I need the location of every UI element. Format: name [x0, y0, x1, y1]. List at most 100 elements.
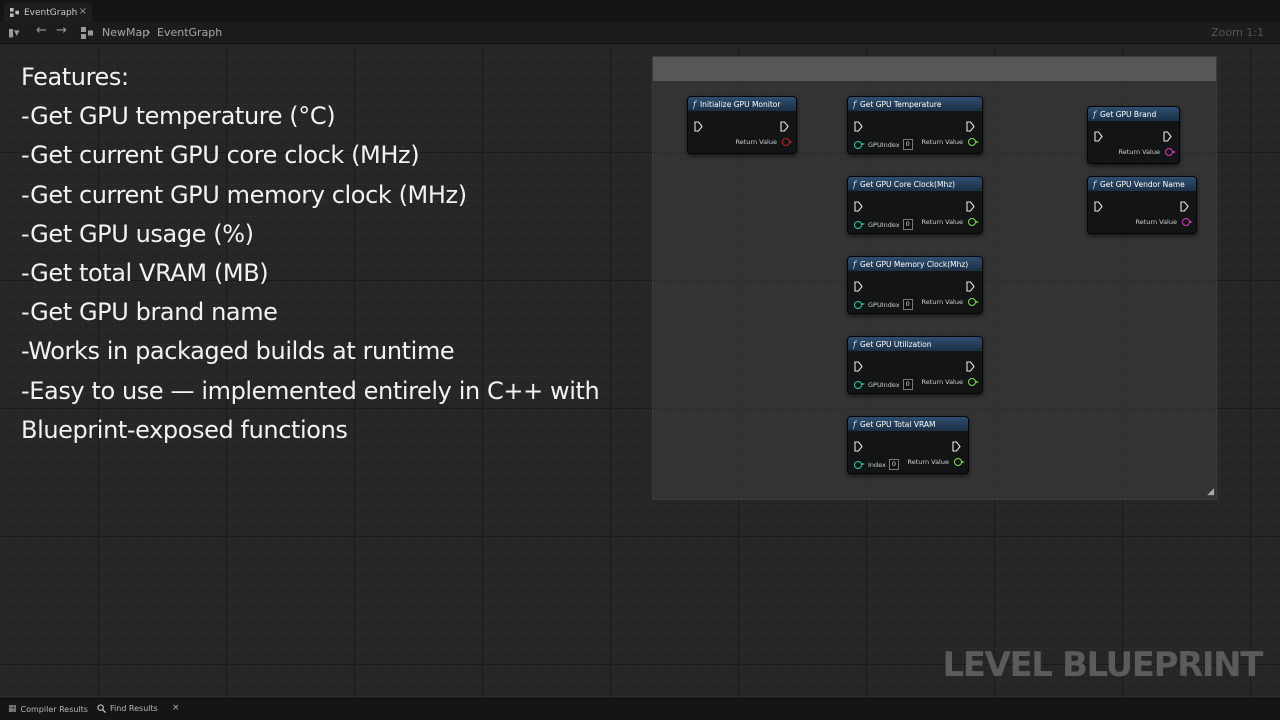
breadcrumb-map[interactable]: NewMap: [102, 26, 149, 39]
node-title: Get GPU Memory Clock(Mhz): [859, 259, 969, 269]
feature-item: -Easy to use — implemented entirely in C…: [21, 376, 600, 405]
exec-output-pin-icon[interactable]: [966, 357, 975, 372]
blueprint-node[interactable]: f Get GPU Core Clock(Mhz) GPUIndex 0 Return …: [847, 176, 983, 234]
tab-label: Find Results: [110, 704, 158, 713]
exec-output-pin-icon[interactable]: [1163, 127, 1172, 142]
input-pin-value[interactable]: 0: [902, 219, 913, 230]
close-icon[interactable]: ×: [79, 6, 87, 18]
feature-item: -Get total VRAM (MB): [21, 259, 269, 288]
input-pin-value[interactable]: 0: [902, 299, 913, 310]
exec-output-pin-icon[interactable]: [1180, 197, 1189, 212]
input-pin[interactable]: Index 0: [854, 459, 900, 470]
node-header[interactable]: f Initialize GPU Monitor: [688, 97, 796, 111]
forward-arrow-icon[interactable]: →: [56, 24, 67, 38]
pin-row: Return Value: [1094, 218, 1193, 230]
input-pin-icon[interactable]: [854, 460, 865, 469]
breadcrumb-eventgraph[interactable]: EventGraph: [157, 26, 222, 39]
output-pin-label: Return Value: [921, 298, 964, 306]
node-header[interactable]: f Get GPU Brand: [1088, 107, 1179, 121]
exec-input-pin-icon[interactable]: [694, 117, 703, 132]
input-pin-label: GPUIndex: [868, 380, 900, 389]
exec-output-pin-icon[interactable]: [952, 437, 961, 452]
output-pin[interactable]: Return Value: [922, 138, 979, 146]
node-header[interactable]: f Get GPU Core Clock(Mhz): [848, 177, 982, 191]
blueprint-node[interactable]: f Get GPU Brand Return Value: [1087, 106, 1180, 164]
output-pin[interactable]: Return Value: [922, 218, 979, 226]
features-list: Features: -Get GPU temperature (°C) -Get…: [21, 58, 641, 450]
output-pin-icon[interactable]: [954, 458, 965, 466]
output-pin[interactable]: Return Value: [907, 458, 965, 466]
input-pin-icon[interactable]: [854, 220, 865, 229]
input-pin[interactable]: GPUIndex 0: [854, 379, 913, 390]
feature-item: -Get GPU brand name: [21, 298, 278, 327]
tab-label: EventGraph: [24, 7, 78, 18]
output-pin[interactable]: Return Value: [1136, 218, 1193, 226]
output-pin-icon[interactable]: [968, 298, 979, 306]
feature-item: -Get GPU usage (%): [21, 219, 254, 248]
output-pin-icon[interactable]: [968, 378, 979, 386]
tab-compiler-results[interactable]: ▦ Compiler Results: [8, 704, 88, 714]
node-header[interactable]: f Get GPU Memory Clock(Mhz): [848, 257, 982, 271]
blueprint-node[interactable]: f Get GPU Temperature GPUIndex 0 Return Valu…: [847, 96, 983, 154]
blueprint-node[interactable]: f Get GPU Total VRAM Index 0 Return Value: [847, 416, 969, 474]
input-pin-value[interactable]: 0: [902, 379, 913, 390]
output-pin-icon[interactable]: [968, 218, 979, 226]
bookmark-icon[interactable]: ▮▾: [8, 26, 20, 40]
input-pin[interactable]: GPUIndex 0: [854, 139, 913, 150]
output-pin-icon[interactable]: [1165, 148, 1176, 156]
resize-handle-icon[interactable]: ◢: [1207, 488, 1214, 497]
tab-label: Compiler Results: [20, 704, 88, 714]
blueprint-node[interactable]: f Get GPU Utilization GPUIndex 0 Return Valu…: [847, 336, 983, 394]
back-arrow-icon[interactable]: ←: [36, 24, 47, 38]
exec-output-pin-icon[interactable]: [780, 117, 789, 132]
tab-find-results[interactable]: Find Results: [97, 704, 158, 713]
exec-input-pin-icon[interactable]: [854, 437, 863, 452]
input-pin[interactable]: GPUIndex 0: [854, 299, 913, 310]
input-pin-icon[interactable]: [854, 380, 865, 389]
output-pin-icon[interactable]: [968, 138, 979, 146]
function-icon: f: [853, 339, 856, 349]
node-title: Initialize GPU Monitor: [699, 99, 781, 109]
output-pin-icon[interactable]: [782, 138, 793, 146]
output-pin-label: Return Value: [907, 458, 950, 466]
tab-eventgraph[interactable]: EventGraph ×: [4, 3, 92, 22]
output-pin[interactable]: Return Value: [735, 138, 793, 146]
exec-input-pin-icon[interactable]: [1094, 127, 1103, 142]
node-header[interactable]: f Get GPU Temperature: [848, 97, 982, 111]
node-header[interactable]: f Get GPU Vendor Name: [1088, 177, 1196, 191]
node-title: Get GPU Vendor Name: [1099, 179, 1185, 189]
blueprint-node[interactable]: f Get GPU Memory Clock(Mhz) GPUIndex 0 Retur…: [847, 256, 983, 314]
input-pin-value[interactable]: 0: [888, 459, 900, 470]
node-header[interactable]: f Get GPU Utilization: [848, 337, 982, 351]
exec-output-pin-icon[interactable]: [966, 197, 975, 212]
output-pin[interactable]: Return Value: [922, 378, 979, 386]
function-icon: f: [693, 99, 696, 109]
output-pin[interactable]: Return Value: [921, 298, 979, 306]
pin-row: GPUIndex 0 Return Value: [854, 378, 979, 390]
input-pin-icon[interactable]: [854, 300, 865, 309]
comment-header[interactable]: [653, 57, 1216, 81]
node-title: Get GPU Total VRAM: [859, 419, 936, 429]
output-pin[interactable]: Return Value: [1118, 148, 1176, 156]
blueprint-node[interactable]: f Initialize GPU Monitor Return Value: [687, 96, 797, 154]
exec-input-pin-icon[interactable]: [854, 117, 863, 132]
close-icon[interactable]: ×: [172, 703, 180, 713]
feature-item: Blueprint-exposed functions: [21, 415, 348, 444]
node-header[interactable]: f Get GPU Total VRAM: [848, 417, 968, 431]
input-pin-value[interactable]: 0: [902, 139, 913, 150]
output-pin-label: Return Value: [735, 138, 778, 146]
input-pin-label: Index: [868, 460, 886, 469]
input-pin[interactable]: GPUIndex 0: [854, 219, 913, 230]
exec-output-pin-icon[interactable]: [966, 117, 975, 132]
node-title: Get GPU Temperature: [859, 99, 942, 109]
exec-output-pin-icon[interactable]: [966, 277, 975, 292]
feature-item: -Get current GPU memory clock (MHz): [21, 180, 467, 209]
exec-input-pin-icon[interactable]: [854, 197, 863, 212]
output-pin-label: Return Value: [1118, 148, 1161, 156]
exec-input-pin-icon[interactable]: [854, 277, 863, 292]
exec-input-pin-icon[interactable]: [1094, 197, 1103, 212]
blueprint-node[interactable]: f Get GPU Vendor Name Return Value: [1087, 176, 1197, 234]
exec-input-pin-icon[interactable]: [854, 357, 863, 372]
output-pin-icon[interactable]: [1182, 218, 1193, 226]
input-pin-icon[interactable]: [854, 140, 865, 149]
